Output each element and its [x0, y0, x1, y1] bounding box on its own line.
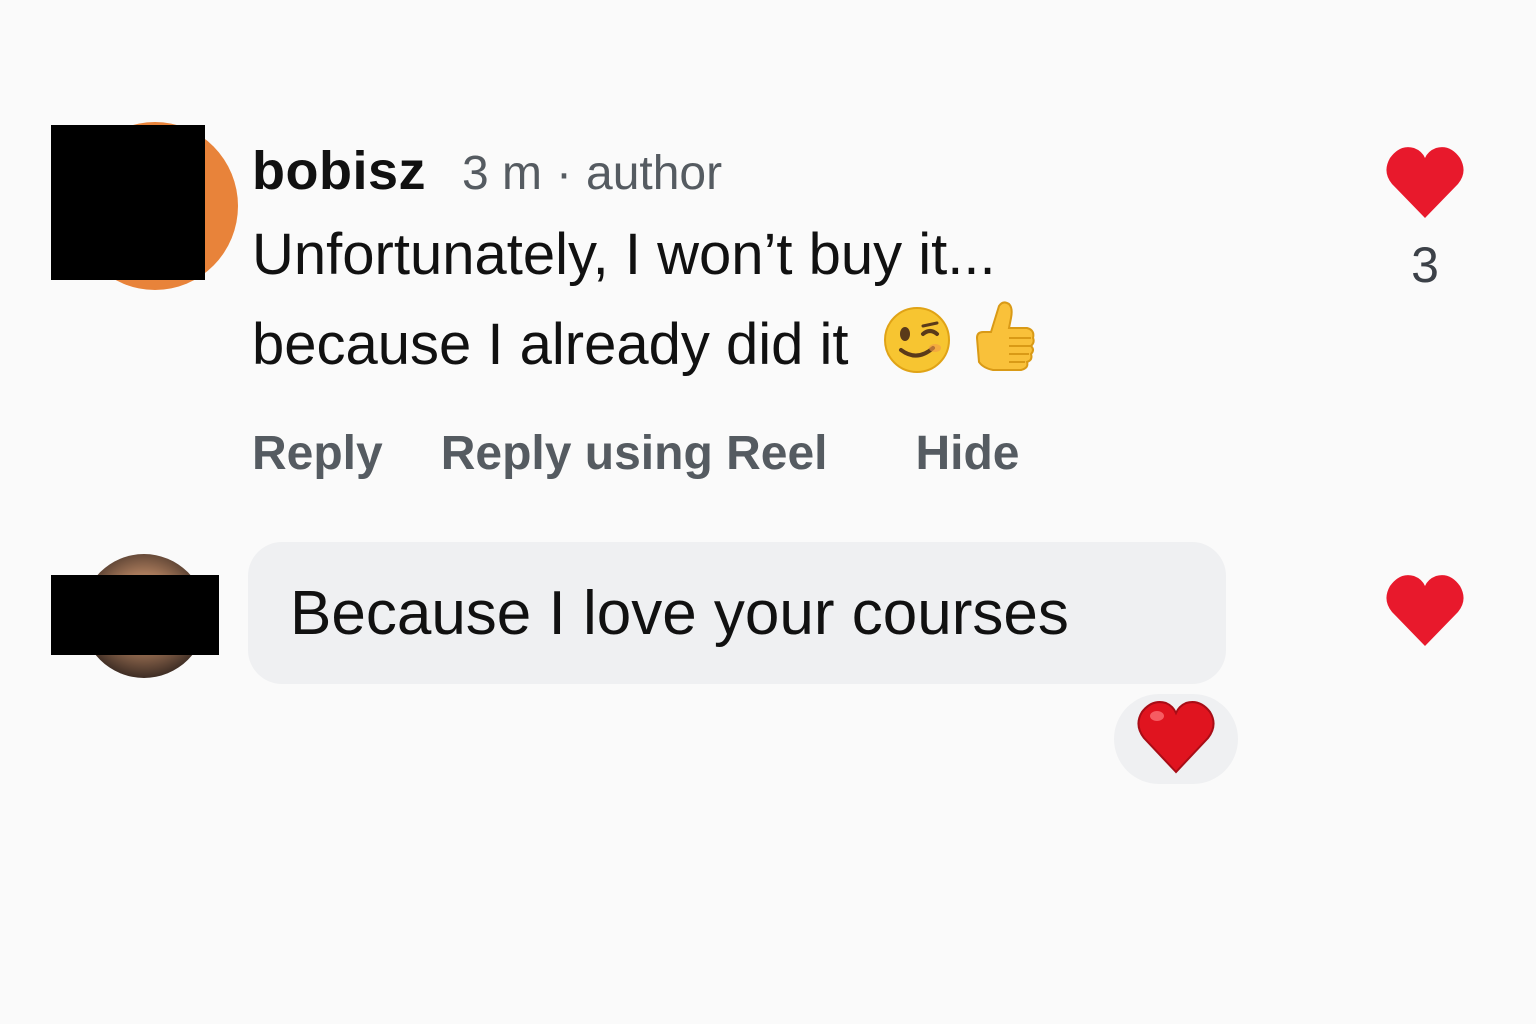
like-count: 3	[1411, 237, 1439, 293]
comment-text-line-2: because I already did it	[252, 312, 849, 377]
red-heart-emoji	[1137, 700, 1215, 779]
comment: bobisz 3 m · author Unfortunately, I won…	[252, 140, 1302, 481]
winking-face-emoji	[883, 306, 951, 398]
reply-bubble[interactable]: Because I love your courses	[248, 542, 1226, 684]
comment-username[interactable]: bobisz	[252, 140, 426, 202]
heart-icon[interactable]	[1384, 144, 1466, 222]
thumbs-up-emoji	[969, 298, 1037, 398]
comment-text-line-1: Unfortunately, I won’t buy it...	[252, 222, 996, 287]
author-badge: author	[586, 147, 723, 200]
comment-text-line-2-wrapper: because I already did it	[252, 298, 1302, 398]
meta-separator: ·	[556, 147, 572, 200]
comment-actions: Reply Reply using Reel Hide	[252, 426, 1302, 481]
redaction-box	[51, 125, 205, 280]
reply-using-reel-button[interactable]: Reply using Reel	[441, 426, 828, 481]
reply-text: Because I love your courses	[290, 578, 1069, 648]
heart-icon[interactable]	[1384, 572, 1466, 650]
hide-button[interactable]: Hide	[915, 426, 1019, 481]
comment-avatar[interactable]	[48, 122, 238, 290]
comments-thread: bobisz 3 m · author Unfortunately, I won…	[0, 0, 1536, 1024]
reaction-pill[interactable]	[1114, 694, 1238, 784]
comment-timestamp: 3 m	[462, 147, 543, 200]
redaction-box	[51, 575, 219, 655]
comment-header: bobisz 3 m · author	[252, 140, 1302, 210]
comment-text: Unfortunately, I won’t buy it... because…	[252, 212, 1302, 398]
reply-avatar[interactable]	[48, 554, 220, 678]
reply-button[interactable]: Reply	[252, 426, 383, 481]
